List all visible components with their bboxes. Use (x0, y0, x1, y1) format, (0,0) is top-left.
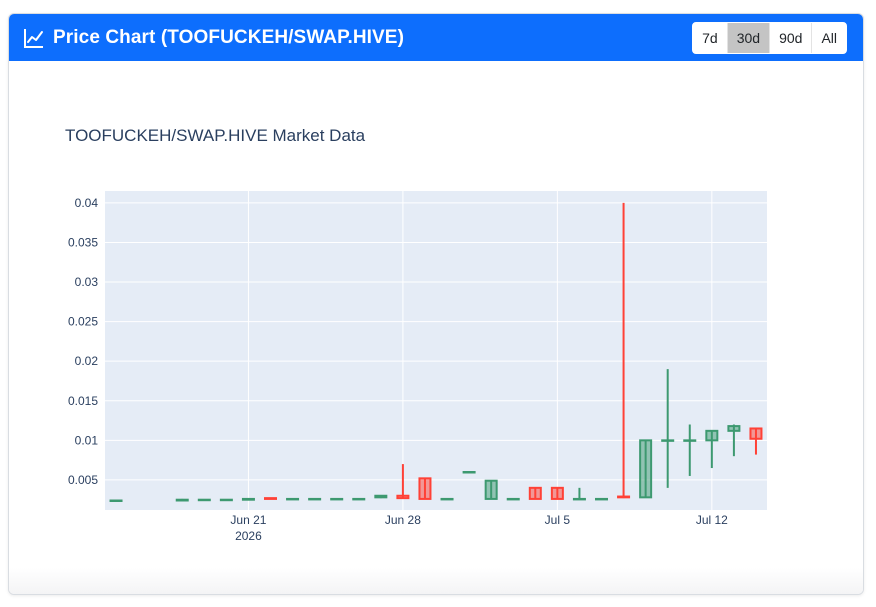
range-selector: 7d 30d 90d All (692, 21, 847, 54)
candle-body (352, 497, 366, 501)
candle-body (749, 427, 763, 440)
candle-body (595, 497, 608, 501)
candle (241, 497, 255, 501)
y-axis: 0.005 0.01 0.015 0.02 0.025 0.03 0.035 0.04 (68, 196, 98, 487)
candle-body (727, 425, 741, 432)
y-tick-label: 0.035 (68, 235, 98, 249)
candle (484, 479, 498, 500)
y-tick-label: 0.02 (75, 354, 99, 368)
candle-body (109, 499, 123, 503)
candle-body (617, 495, 631, 499)
candle (197, 498, 211, 502)
candle (374, 494, 388, 499)
card-title: Price Chart (TOOFUCKEH/SWAP.HIVE) (53, 26, 404, 48)
range-button-7d[interactable]: 7d (693, 22, 728, 53)
candle-body (705, 429, 719, 442)
range-button-90d[interactable]: 90d (770, 22, 813, 53)
candle (528, 486, 542, 500)
candle (352, 497, 366, 501)
line-chart-icon (23, 27, 45, 49)
candle-body (330, 497, 344, 501)
range-button-30d[interactable]: 30d (727, 22, 771, 53)
candle-body (264, 497, 277, 500)
y-tick-label: 0.03 (75, 275, 99, 289)
chart-title: TOOFUCKEH/SWAP.HIVE Market Data (65, 126, 366, 145)
candle-body (683, 439, 697, 442)
candle-body (639, 439, 653, 499)
candle (506, 497, 520, 501)
candle-body (197, 498, 211, 502)
candle-body (175, 498, 189, 502)
candle-body (572, 497, 586, 501)
candle-body (550, 486, 564, 500)
candle (595, 497, 608, 501)
candle (639, 439, 653, 499)
candle (264, 497, 277, 500)
y-tick-label: 0.015 (68, 394, 98, 408)
candle (418, 477, 432, 500)
candle (330, 497, 344, 501)
candle-body (374, 494, 388, 499)
candle-body (661, 439, 675, 442)
candle (175, 498, 189, 502)
candle-body (484, 479, 498, 500)
x-tick-label: Jul 12 (696, 513, 728, 527)
y-tick-label: 0.04 (75, 196, 99, 210)
y-tick-label: 0.01 (75, 433, 99, 447)
candle (109, 499, 123, 503)
candle (550, 486, 564, 500)
candle-body (308, 497, 322, 501)
candle-body (506, 497, 520, 501)
x-tick-label: Jun 21 (230, 513, 266, 527)
candle-body (462, 471, 476, 474)
candle (219, 498, 233, 502)
range-button-all[interactable]: All (812, 22, 846, 53)
candle (308, 497, 322, 501)
candle-body (440, 497, 454, 501)
candle-body (418, 477, 432, 500)
card-footer (9, 568, 863, 594)
x-axis: Jun 21 2026 Jun 28 Jul 5 Jul 12 (230, 513, 728, 543)
candle (462, 471, 476, 474)
candle-body (219, 498, 233, 502)
y-tick-label: 0.005 (68, 473, 98, 487)
chart-area[interactable]: TOOFUCKEH/SWAP.HIVE Market Data 0.005 0.0… (9, 61, 863, 594)
candlestick-chart[interactable]: TOOFUCKEH/SWAP.HIVE Market Data 0.0050.0… (9, 61, 863, 594)
price-chart-card: Price Chart (TOOFUCKEH/SWAP.HIVE) 7d 30d… (8, 13, 864, 595)
x-tick-label: Jun 28 (385, 513, 421, 527)
x-tick-year-label: 2026 (235, 529, 262, 543)
card-header: Price Chart (TOOFUCKEH/SWAP.HIVE) 7d 30d… (9, 14, 863, 61)
candle-body (528, 486, 542, 500)
candle (286, 497, 300, 501)
y-tick-label: 0.025 (68, 315, 98, 329)
candle-body (396, 494, 410, 500)
candle (440, 497, 454, 501)
candle-body (241, 497, 255, 501)
x-tick-label: Jul 5 (545, 513, 571, 527)
candle-body (286, 497, 300, 501)
